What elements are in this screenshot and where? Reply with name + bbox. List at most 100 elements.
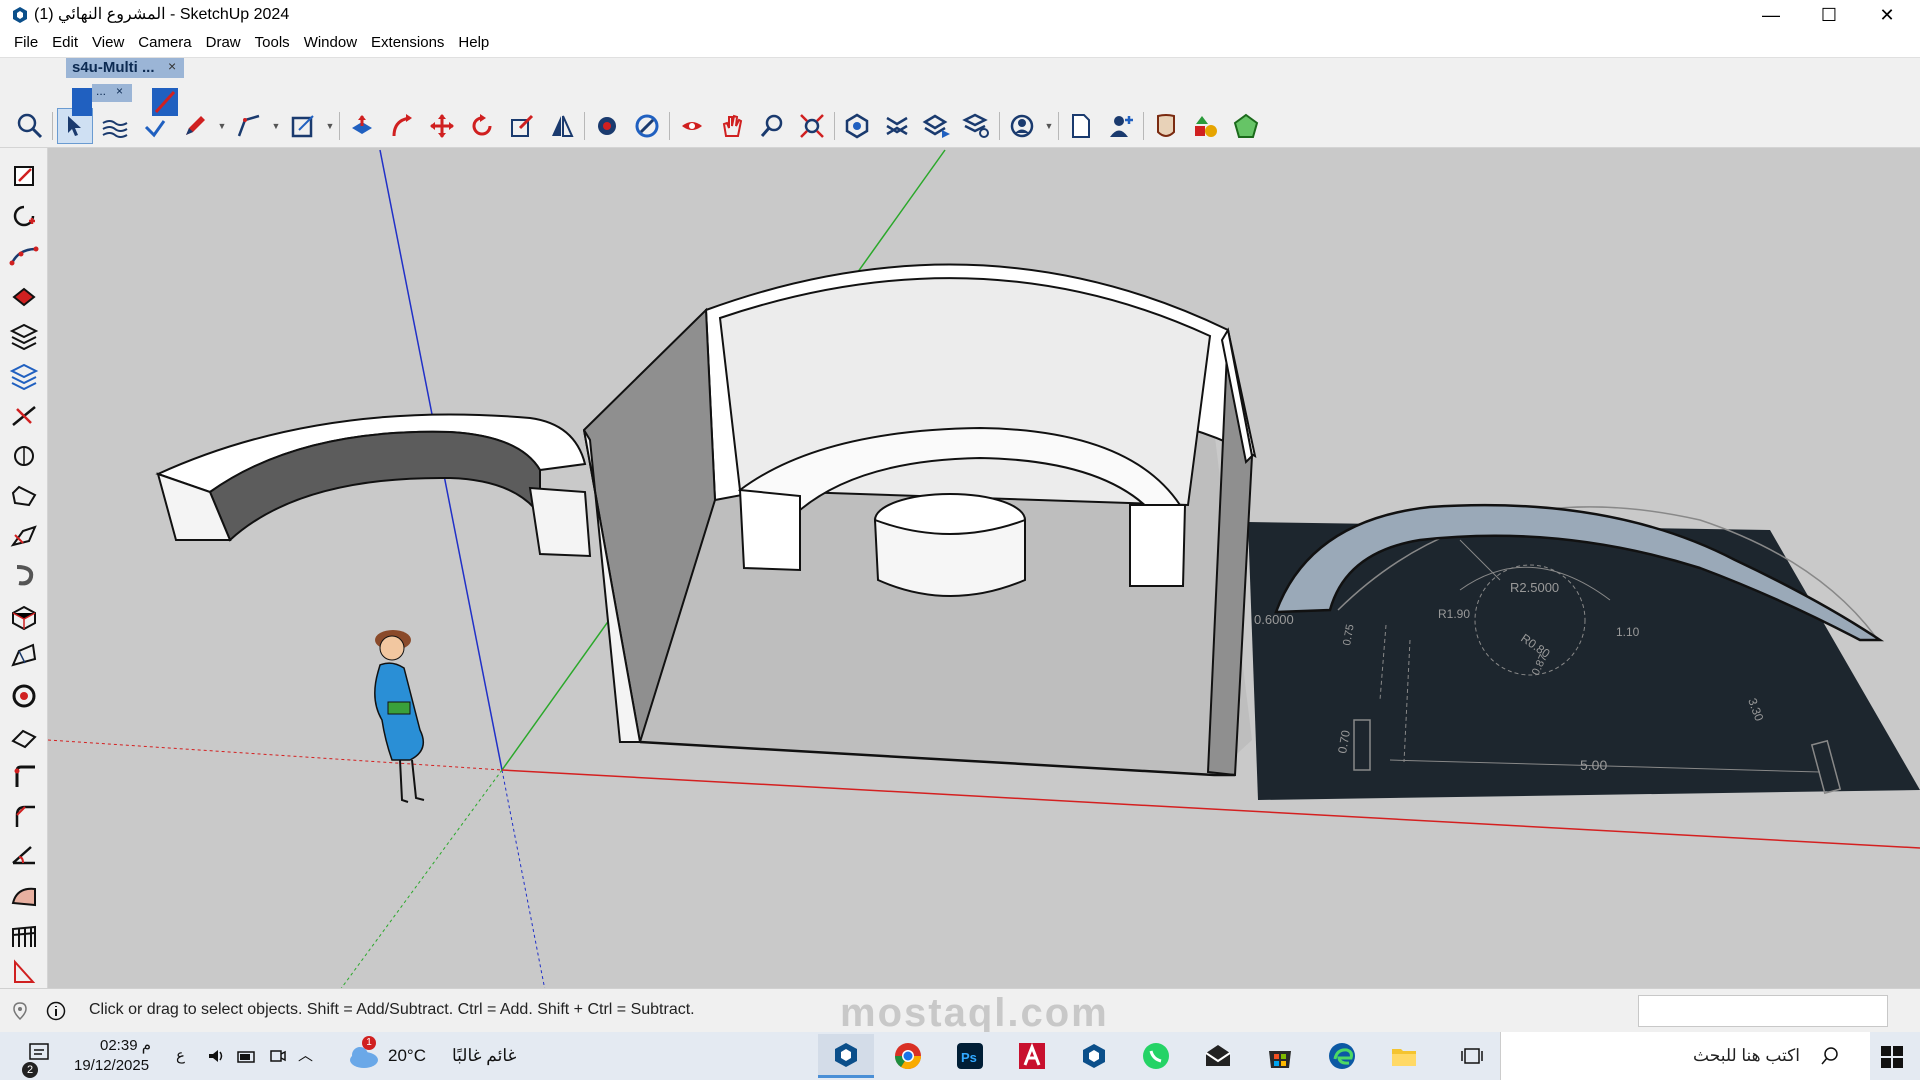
menu-edit[interactable]: Edit — [45, 30, 85, 58]
flip-tool-icon[interactable] — [544, 108, 580, 144]
volume-icon[interactable] — [206, 1046, 226, 1066]
clock-date[interactable]: 19/12/2025 — [74, 1057, 149, 1074]
line-cut-icon[interactable] — [6, 398, 42, 434]
floating-subpanel-header[interactable]: ... × — [92, 84, 132, 102]
layers-stack-icon[interactable] — [6, 318, 42, 354]
box-icon[interactable] — [6, 598, 42, 634]
new-document-icon[interactable] — [1063, 108, 1099, 144]
sandbox-icon[interactable] — [6, 638, 42, 674]
s4u-tool-2-icon[interactable] — [152, 88, 178, 116]
dropdown-caret-icon[interactable]: ▼ — [325, 108, 335, 144]
polyline-tool-icon[interactable] — [231, 108, 267, 144]
clock-time[interactable]: 02:39 م — [100, 1036, 151, 1054]
menu-window[interactable]: Window — [297, 30, 364, 58]
menu-extensions[interactable]: Extensions — [364, 30, 451, 58]
ruby-extension-icon[interactable] — [1188, 108, 1224, 144]
warehouse-icon[interactable] — [839, 108, 875, 144]
pan-hand-icon[interactable] — [714, 108, 750, 144]
dropdown-caret-icon[interactable]: ▼ — [217, 108, 227, 144]
central-u-structure[interactable] — [582, 263, 1257, 777]
curve-icon[interactable] — [6, 238, 42, 274]
account-icon[interactable] — [1004, 108, 1040, 144]
edge-icon[interactable] — [6, 718, 42, 754]
move-tool-icon[interactable] — [424, 108, 460, 144]
taskbar-app-store[interactable] — [1252, 1034, 1308, 1078]
layers-stack-2-icon[interactable] — [6, 358, 42, 394]
push-pull-icon[interactable] — [344, 108, 380, 144]
triangle-icon[interactable] — [6, 953, 42, 989]
taskbar-app-sketchup[interactable] — [818, 1034, 874, 1078]
menu-help[interactable]: Help — [451, 30, 496, 58]
menu-camera[interactable]: Camera — [131, 30, 198, 58]
profile-builder-icon[interactable] — [1148, 108, 1184, 144]
s4u-tool-icon[interactable] — [72, 88, 92, 116]
zoom-extents-icon[interactable] — [794, 108, 830, 144]
menu-tools[interactable]: Tools — [248, 30, 297, 58]
dropdown-caret-icon[interactable]: ▼ — [1044, 108, 1054, 144]
human-figure[interactable] — [374, 630, 425, 803]
scene-canvas[interactable]: R2.5000 R1.90 R0.80 0.6000 1.10 5.00 3.3… — [48, 148, 1920, 988]
taskbar-app-edge[interactable] — [1314, 1034, 1370, 1078]
menu-view[interactable]: View — [85, 30, 131, 58]
geometry-extension-icon[interactable] — [1228, 108, 1264, 144]
menu-file[interactable]: File — [7, 30, 45, 58]
taskbar-app-sketchup-2[interactable] — [1066, 1034, 1122, 1078]
paint-bucket-icon[interactable] — [6, 278, 42, 314]
network-icon[interactable] — [236, 1046, 258, 1066]
taskbar-app-mail[interactable] — [1190, 1034, 1246, 1078]
smooth-icon[interactable] — [6, 518, 42, 554]
arc-corner-icon[interactable] — [6, 798, 42, 834]
input-language[interactable]: ع — [176, 1046, 185, 1064]
rotate-tool-icon[interactable] — [464, 108, 500, 144]
dropdown-caret-icon[interactable]: ▼ — [271, 108, 281, 144]
taskbar-search-box[interactable]: اكتب هنا للبحث — [1500, 1032, 1870, 1080]
minimize-button[interactable]: — — [1742, 0, 1800, 30]
rotate-3d-icon[interactable] — [6, 438, 42, 474]
add-user-icon[interactable] — [1103, 108, 1139, 144]
curved-slat-wall[interactable] — [155, 413, 592, 558]
section-plane-icon[interactable] — [674, 108, 710, 144]
tags-icon[interactable] — [919, 108, 955, 144]
menu-draw[interactable]: Draw — [199, 30, 248, 58]
zoom-icon[interactable] — [754, 108, 790, 144]
gear-3d-icon[interactable] — [6, 678, 42, 714]
hook-icon[interactable] — [6, 558, 42, 594]
geolocation-icon[interactable] — [10, 1001, 30, 1021]
angle-icon[interactable] — [6, 838, 42, 874]
zoom-tool-icon[interactable] — [12, 108, 48, 144]
layers-x-icon[interactable] — [879, 108, 915, 144]
floating-toolbar-close-button[interactable]: × — [168, 58, 176, 74]
meet-now-icon[interactable] — [268, 1046, 288, 1066]
arrow-select-icon[interactable] — [6, 158, 42, 194]
follow-me-icon[interactable] — [384, 108, 420, 144]
corner-icon[interactable] — [6, 758, 42, 794]
scale-tool-icon[interactable] — [504, 108, 540, 144]
weather-description[interactable]: غائم غالبًا — [452, 1046, 516, 1066]
close-button[interactable]: ✕ — [1858, 0, 1916, 30]
weather-temp[interactable]: 20°C — [388, 1046, 426, 1066]
measurements-box[interactable] — [1638, 995, 1888, 1027]
intersect-icon[interactable] — [629, 108, 665, 144]
outer-shell-icon[interactable] — [589, 108, 625, 144]
info-icon[interactable] — [46, 1001, 66, 1021]
floating-toolbar-header[interactable]: s4u-Multi ... × — [66, 58, 184, 78]
taskbar-app-file-explorer[interactable] — [1376, 1034, 1432, 1078]
offset-icon[interactable] — [6, 478, 42, 514]
curve-surface-icon[interactable] — [6, 878, 42, 914]
taskbar-app-chrome[interactable] — [880, 1034, 936, 1078]
task-view-icon[interactable] — [1444, 1034, 1500, 1078]
floating-subpanel-close-button[interactable]: × — [116, 84, 123, 98]
tag-settings-icon[interactable] — [959, 108, 995, 144]
show-hidden-icons-chevron-icon[interactable]: ︿ — [298, 1044, 313, 1065]
layer-wave-icon[interactable] — [97, 108, 133, 144]
maximize-button[interactable]: ☐ — [1800, 0, 1858, 30]
taskbar-app-whatsapp[interactable] — [1128, 1034, 1184, 1078]
windows-start-icon[interactable] — [1880, 1045, 1904, 1069]
rectangle-tool-icon[interactable] — [285, 108, 321, 144]
fence-icon[interactable] — [6, 918, 42, 954]
circle-add-icon[interactable] — [6, 198, 42, 234]
taskbar-app-photoshop[interactable]: Ps — [942, 1034, 998, 1078]
pencil-tool-icon[interactable] — [177, 108, 213, 144]
modeling-viewport[interactable]: R2.5000 R1.90 R0.80 0.6000 1.10 5.00 3.3… — [48, 148, 1920, 988]
notification-icon[interactable] — [28, 1042, 50, 1064]
